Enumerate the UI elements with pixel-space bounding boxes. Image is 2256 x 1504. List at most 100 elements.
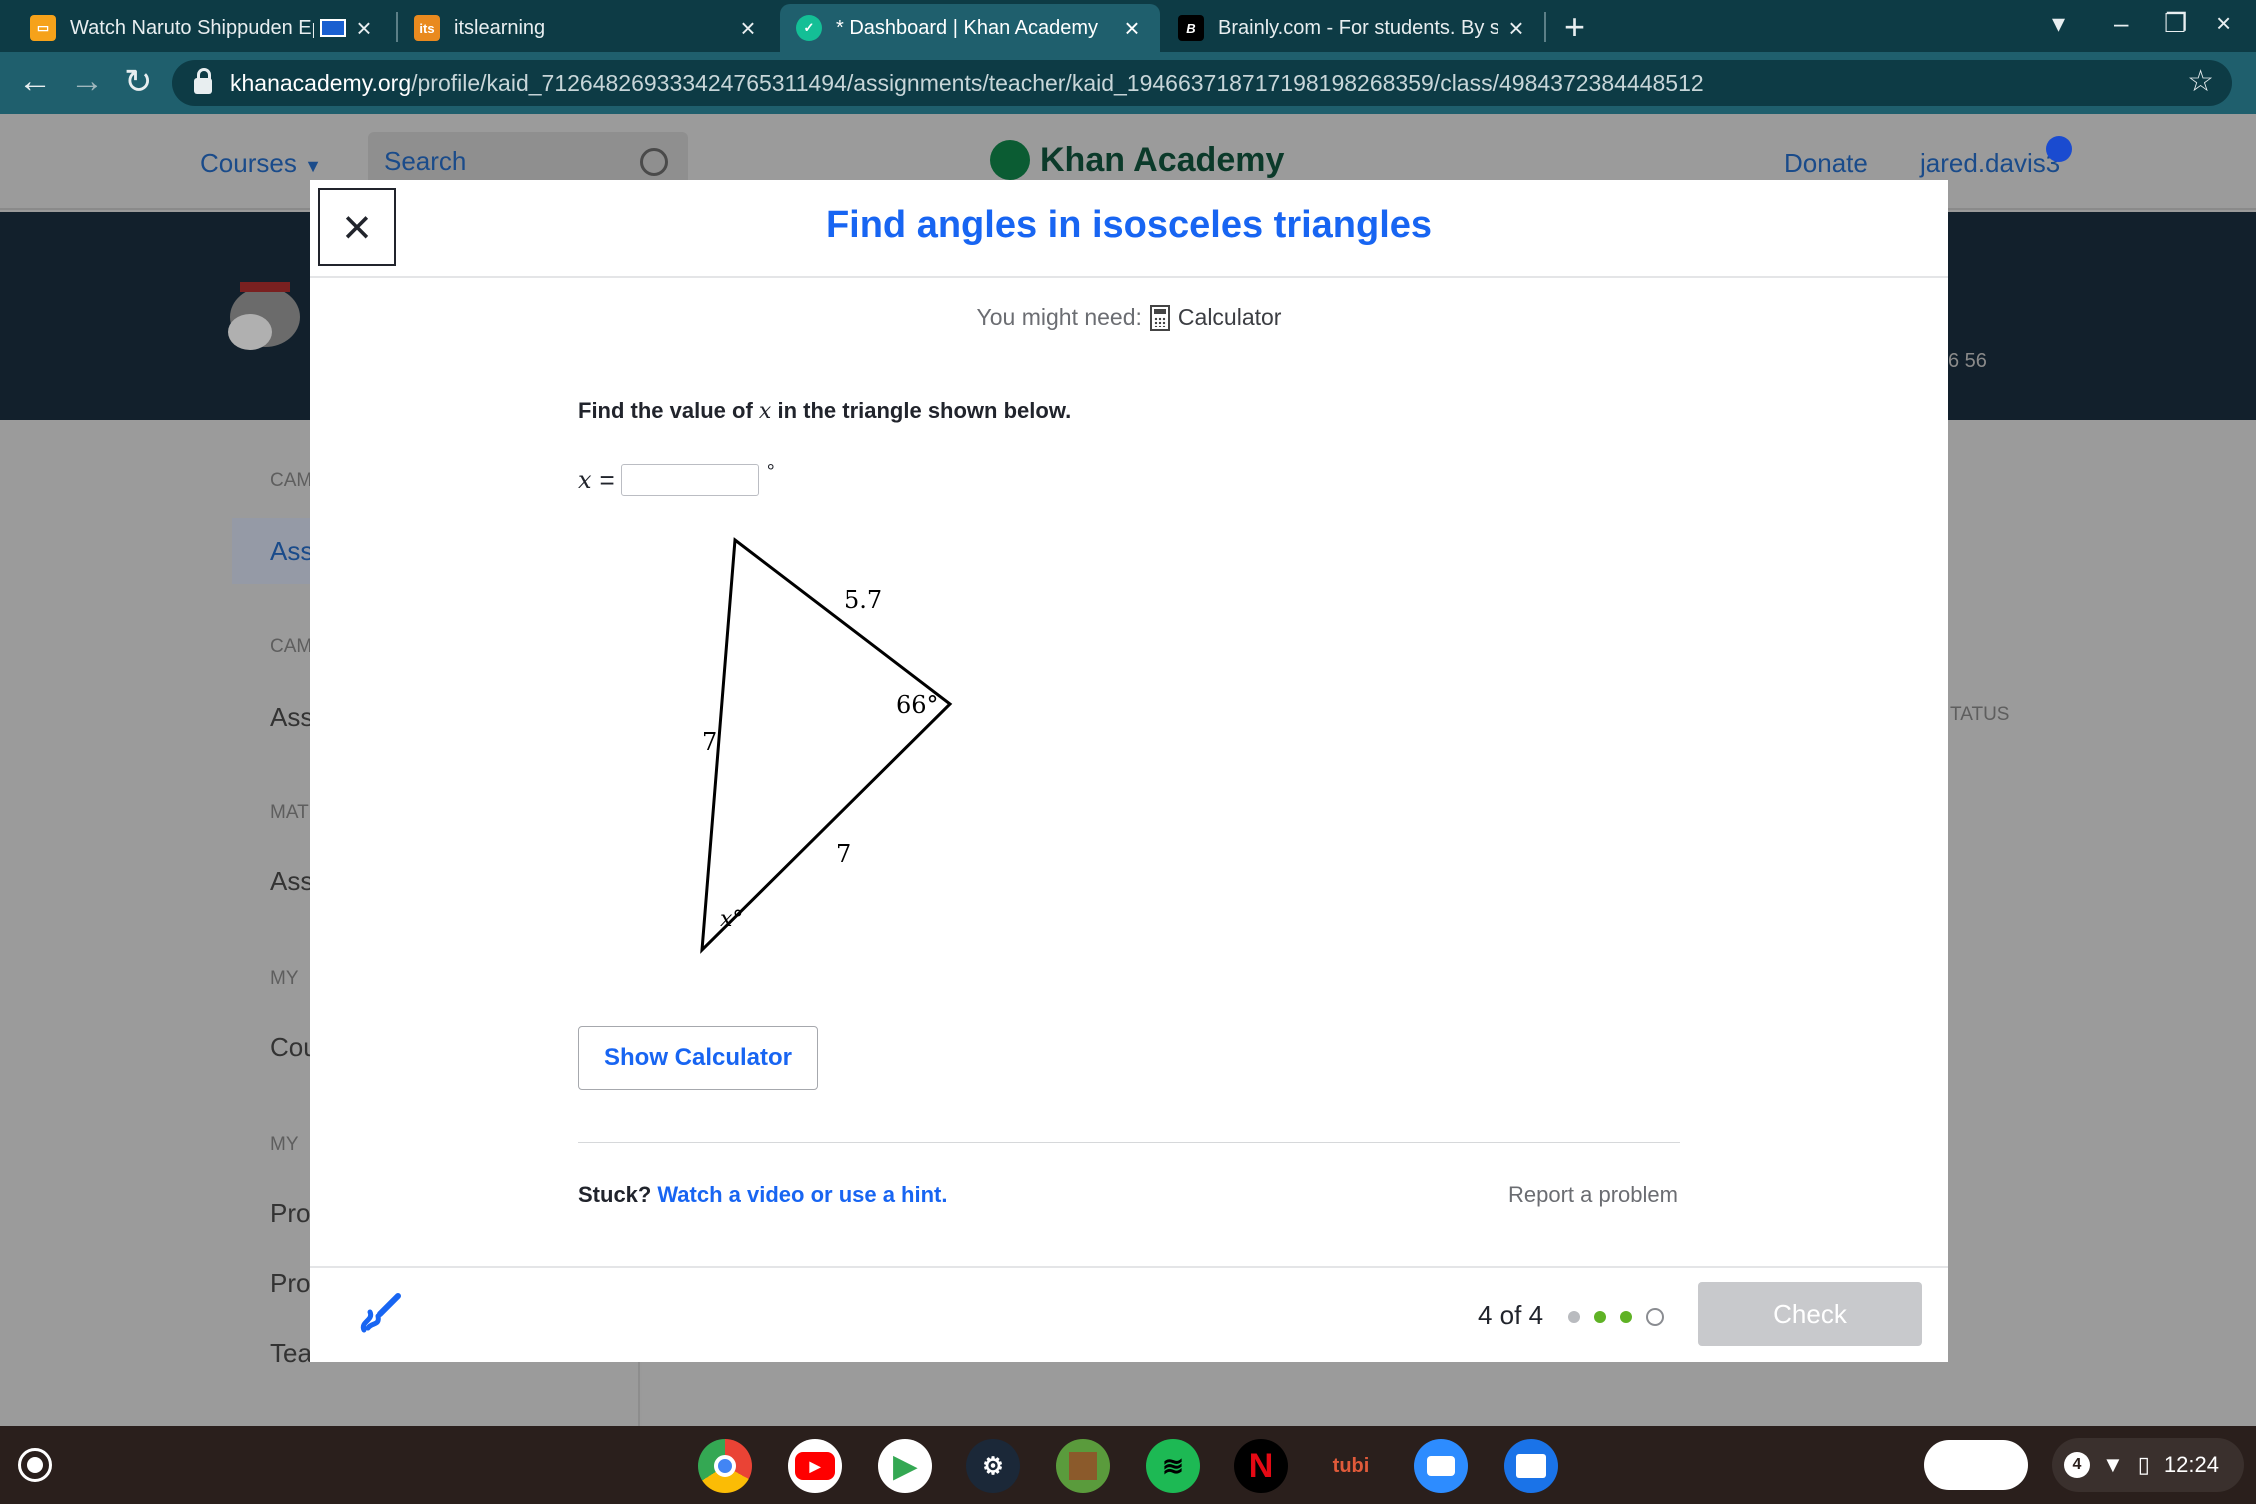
tab-khan-academy[interactable]: ✓ * Dashboard | Khan Academy × — [780, 4, 1160, 52]
bookmark-star-icon[interactable]: ☆ — [2187, 64, 2214, 99]
tab-divider — [1544, 12, 1546, 42]
tab-title: Watch Naruto Shippuden Ep — [70, 16, 314, 39]
degree-unit: ° — [766, 460, 775, 483]
angle-label-right: 66° — [896, 691, 939, 719]
content-divider — [578, 1142, 1680, 1143]
sidebar-section-label: MY — [270, 968, 299, 989]
tab-search-icon[interactable]: ▾ — [2052, 8, 2065, 39]
spotify-icon[interactable]: ≋ — [1146, 1439, 1200, 1493]
tab-brainly[interactable]: B Brainly.com - For students. By stu × — [1164, 4, 1544, 52]
sidebar-item[interactable]: Ass — [270, 702, 313, 733]
progress-dots — [1568, 1308, 1678, 1326]
progress-dot — [1594, 1311, 1606, 1323]
back-icon[interactable]: ← — [18, 62, 52, 101]
side-label-bottom: 7 — [836, 840, 851, 868]
new-tab-icon[interactable]: + — [1564, 6, 1585, 48]
scratchpad-icon[interactable] — [358, 1292, 402, 1336]
files-icon[interactable] — [1504, 1439, 1558, 1493]
close-tab-icon[interactable]: × — [1498, 13, 1534, 44]
exercise-modal: × Find angles in isosceles triangles You… — [310, 180, 1948, 1362]
user-menu[interactable]: jared.davis3 — [1920, 148, 2060, 179]
calculator-icon — [1149, 304, 1170, 331]
close-window-icon[interactable]: × — [2216, 8, 2231, 39]
notification-count: 4 — [2064, 1452, 2090, 1478]
tab-naruto[interactable]: ▭ Watch Naruto Shippuden Ep × — [0, 4, 392, 52]
lock-icon — [194, 68, 212, 94]
question-prompt: Find the value of x in the triangle show… — [578, 398, 1072, 424]
netflix-icon[interactable]: N — [1234, 1439, 1288, 1493]
check-button[interactable]: Check — [1698, 1282, 1922, 1346]
minimize-icon[interactable]: – — [2114, 8, 2128, 39]
answer-row: x = ° — [578, 460, 775, 496]
media-tray[interactable] — [1924, 1440, 2028, 1490]
minecraft-icon[interactable] — [1056, 1439, 1110, 1493]
exercise-title: Find angles in isosceles triangles — [825, 204, 1433, 246]
url-text: khanacademy.org/profile/kaid_71264826933… — [230, 69, 1704, 96]
crunchyroll-icon: ▭ — [30, 15, 56, 41]
tab-divider — [396, 12, 398, 42]
wifi-icon: ▼ — [2102, 1452, 2124, 1477]
avatar — [228, 282, 300, 350]
donate-link[interactable]: Donate — [1784, 148, 1868, 179]
status-column-header: TATUS — [1950, 704, 2010, 725]
courses-menu[interactable]: Courses ▼ — [200, 148, 322, 179]
close-tab-icon[interactable]: × — [730, 13, 766, 44]
reload-icon[interactable]: ↻ — [124, 62, 153, 102]
header-divider — [310, 276, 1948, 278]
triangle-shape — [700, 537, 953, 954]
chrome-icon[interactable] — [698, 1439, 752, 1493]
tab-title: Brainly.com - For students. By stu — [1218, 16, 1498, 39]
search-placeholder: Search — [384, 146, 467, 176]
caret-down-icon: ▼ — [304, 156, 322, 176]
progress-dot — [1568, 1311, 1580, 1323]
progress-text: 4 of 4 — [1478, 1300, 1544, 1330]
clock: 12:24 — [2163, 1452, 2219, 1477]
sidebar-item[interactable]: Tea — [270, 1338, 312, 1369]
tab-title: itslearning — [454, 16, 546, 39]
play-store-icon[interactable]: ▶ — [878, 1439, 932, 1493]
close-tab-icon[interactable]: × — [346, 13, 382, 44]
screen-share-icon — [320, 19, 346, 37]
answer-input[interactable] — [620, 464, 759, 496]
close-tab-icon[interactable]: × — [1114, 13, 1150, 44]
khan-academy-logo[interactable]: Khan Academy — [990, 140, 1284, 180]
os-shelf: ▶ ▶ ⚙ ≋ N tubi 4 ▼ ▯ 12:24 — [0, 1426, 2256, 1504]
stuck-row: Stuck? Watch a video or use a hint. — [578, 1182, 948, 1207]
browser-toolbar: ← → ↻ khanacademy.org/profile/kaid_71264… — [0, 52, 2256, 114]
sidebar-item[interactable]: Ass — [270, 536, 313, 567]
points-display: 6 56 — [1948, 350, 1987, 372]
launcher-icon[interactable] — [18, 1448, 52, 1482]
show-calculator-button[interactable]: Show Calculator — [578, 1026, 818, 1090]
hint-link[interactable]: Watch a video or use a hint. — [657, 1182, 947, 1207]
khan-academy-icon: ✓ — [796, 15, 822, 41]
tab-title: * Dashboard | Khan Academy — [836, 16, 1099, 39]
youtube-icon[interactable]: ▶ — [788, 1439, 842, 1493]
report-problem-link[interactable]: Report a problem — [1508, 1182, 1678, 1208]
calculator-label: Calculator — [1177, 304, 1282, 330]
restore-icon[interactable]: ❐ — [2164, 8, 2187, 39]
sidebar-section-label: MY — [270, 1134, 299, 1155]
tubi-icon[interactable]: tubi — [1324, 1439, 1378, 1493]
status-tray[interactable]: 4 ▼ ▯ 12:24 — [2052, 1438, 2244, 1492]
progress-dot — [1620, 1311, 1632, 1323]
tab-itslearning[interactable]: its itslearning × — [400, 4, 776, 52]
equals-sign: = — [599, 464, 615, 495]
sidebar-section-label: CAM — [270, 636, 313, 657]
sidebar-item[interactable]: Ass — [270, 866, 313, 897]
forward-icon[interactable]: → — [70, 62, 104, 101]
progress-dot-current — [1646, 1308, 1664, 1326]
khan-logo-icon — [990, 140, 1030, 180]
brainly-icon: B — [1178, 15, 1204, 41]
sidebar-item[interactable]: Pro — [270, 1268, 310, 1299]
sidebar-item[interactable]: Pro — [270, 1198, 310, 1229]
itslearning-icon: its — [414, 15, 440, 41]
address-bar[interactable]: khanacademy.org/profile/kaid_71264826933… — [172, 60, 2232, 106]
answer-variable: x — [578, 466, 592, 494]
side-label-left: 7 — [702, 728, 717, 756]
zoom-icon[interactable] — [1414, 1439, 1468, 1493]
side-label-top: 5.7 — [844, 586, 882, 614]
angle-label-x: x° — [720, 907, 743, 932]
notification-dot — [2046, 136, 2072, 162]
battery-icon: ▯ — [2137, 1452, 2150, 1477]
steam-icon[interactable]: ⚙ — [966, 1439, 1020, 1493]
